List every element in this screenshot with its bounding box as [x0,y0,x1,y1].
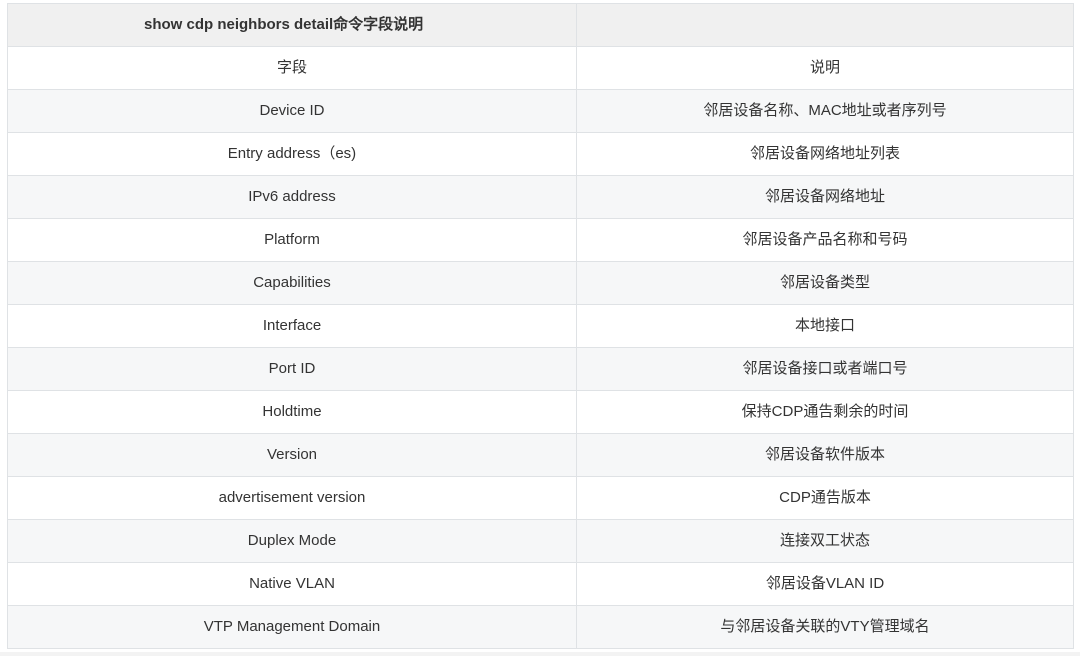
description-cell: 邻居设备VLAN ID [576,562,1074,606]
table-title-header: show cdp neighbors detail命令字段说明 [7,3,577,47]
field-cell: Native VLAN [7,562,577,606]
table-row: advertisement version CDP通告版本 [7,476,1074,520]
field-cell: Version [7,433,577,477]
description-cell: 本地接口 [576,304,1074,348]
field-cell: IPv6 address [7,175,577,219]
description-cell: 邻居设备网络地址列表 [576,132,1074,176]
table-row: 字段 说明 [7,46,1074,90]
description-cell: 邻居设备网络地址 [576,175,1074,219]
description-cell: 说明 [576,46,1074,90]
table-row: Capabilities 邻居设备类型 [7,261,1074,305]
field-cell: 字段 [7,46,577,90]
table-row: IPv6 address 邻居设备网络地址 [7,175,1074,219]
bottom-divider [0,652,1080,656]
cdp-fields-table-container: show cdp neighbors detail命令字段说明 字段 说明 De… [7,3,1074,649]
field-cell: advertisement version [7,476,577,520]
table-row: Device ID 邻居设备名称、MAC地址或者序列号 [7,89,1074,133]
table-row: Native VLAN 邻居设备VLAN ID [7,562,1074,606]
table-row: VTP Management Domain 与邻居设备关联的VTY管理域名 [7,605,1074,649]
table-row: Version 邻居设备软件版本 [7,433,1074,477]
field-cell: Holdtime [7,390,577,434]
description-cell: 保持CDP通告剩余的时间 [576,390,1074,434]
table-empty-header [576,3,1074,47]
table-row: Holdtime 保持CDP通告剩余的时间 [7,390,1074,434]
description-cell: 邻居设备接口或者端口号 [576,347,1074,391]
table-row: Duplex Mode 连接双工状态 [7,519,1074,563]
cdp-fields-table: show cdp neighbors detail命令字段说明 字段 说明 De… [7,3,1074,649]
field-cell: Port ID [7,347,577,391]
description-cell: CDP通告版本 [576,476,1074,520]
table-row: Entry address（es) 邻居设备网络地址列表 [7,132,1074,176]
table-row: Interface 本地接口 [7,304,1074,348]
field-cell: Device ID [7,89,577,133]
description-cell: 与邻居设备关联的VTY管理域名 [576,605,1074,649]
field-cell: Duplex Mode [7,519,577,563]
description-cell: 连接双工状态 [576,519,1074,563]
field-cell: Entry address（es) [7,132,577,176]
field-cell: Capabilities [7,261,577,305]
field-cell: Interface [7,304,577,348]
table-row: Port ID 邻居设备接口或者端口号 [7,347,1074,391]
description-cell: 邻居设备名称、MAC地址或者序列号 [576,89,1074,133]
description-cell: 邻居设备产品名称和号码 [576,218,1074,262]
field-cell: VTP Management Domain [7,605,577,649]
table-row: Platform 邻居设备产品名称和号码 [7,218,1074,262]
field-cell: Platform [7,218,577,262]
description-cell: 邻居设备类型 [576,261,1074,305]
description-cell: 邻居设备软件版本 [576,433,1074,477]
table-header-row: show cdp neighbors detail命令字段说明 [7,3,1074,47]
